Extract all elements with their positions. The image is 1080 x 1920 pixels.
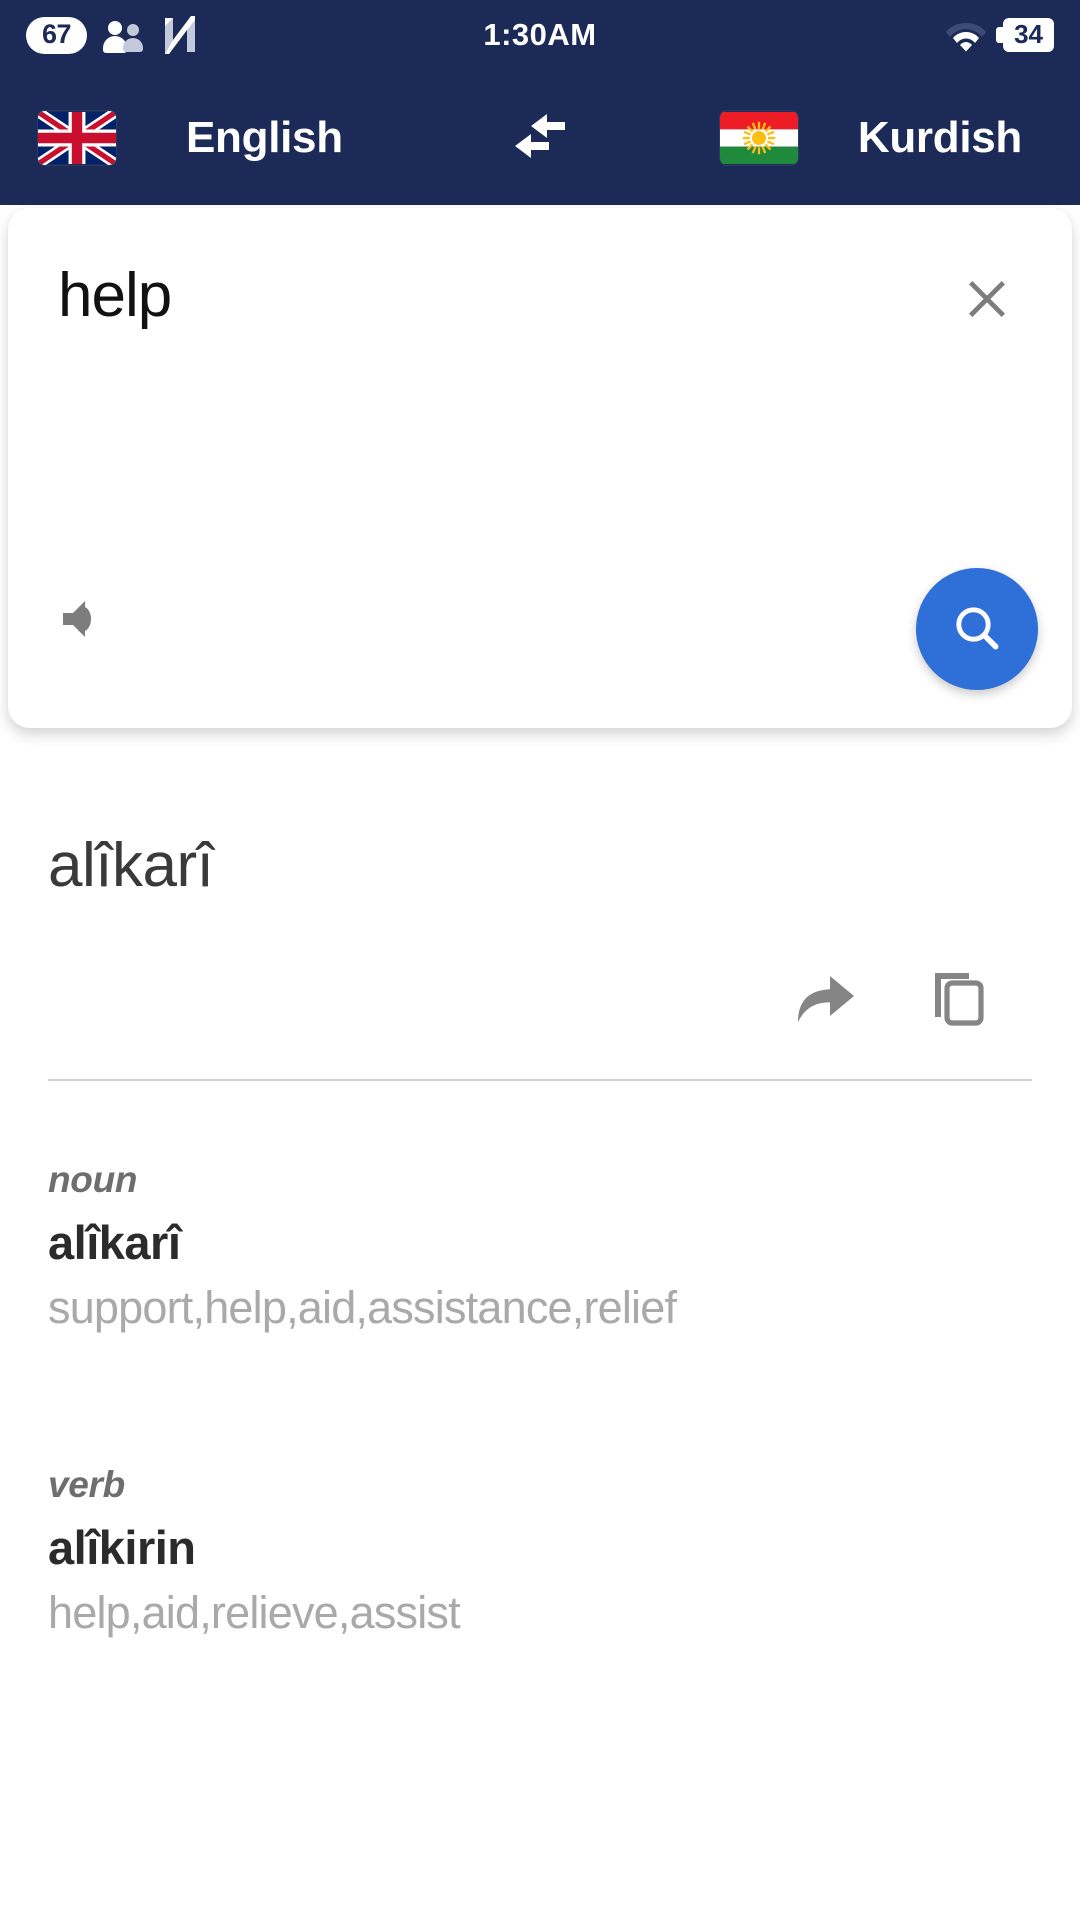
part-of-speech-label: verb <box>48 1464 125 1505</box>
definition-entry-verb: verb alîkirin help,aid,relieve,assist <box>48 1464 1032 1639</box>
search-card-wrapper <box>0 208 1080 728</box>
source-language-selector[interactable]: English <box>0 110 343 165</box>
search-button[interactable] <box>916 568 1038 690</box>
search-icon <box>949 600 1005 659</box>
copy-button[interactable] <box>922 963 996 1037</box>
clear-input-button[interactable] <box>952 266 1022 336</box>
speaker-icon <box>57 597 107 646</box>
share-button[interactable] <box>788 963 862 1037</box>
swap-languages-button[interactable] <box>500 98 580 178</box>
translation-result-text: alîkarî <box>48 831 214 900</box>
swap-arrows-icon <box>509 108 571 167</box>
status-bar-right-icons: 34 <box>945 18 1054 52</box>
definitions-list: noun alîkarî support,help,aid,assistance… <box>0 1159 1080 1639</box>
copy-icon <box>931 969 987 1032</box>
target-language-label: Kurdish <box>857 112 1022 162</box>
search-input[interactable] <box>58 260 952 331</box>
search-card-actions <box>58 568 1038 690</box>
close-x-icon <box>960 272 1014 331</box>
status-bar: 67 1:30AM 34 <box>0 0 1080 70</box>
definition-term: alîkarî <box>48 1216 181 1269</box>
definition-entry-noun: noun alîkarî support,help,aid,assistance… <box>48 1159 1032 1334</box>
search-card <box>8 208 1072 728</box>
n-app-icon <box>161 14 199 56</box>
source-language-label: English <box>186 112 343 162</box>
people-icon <box>103 17 145 53</box>
definition-synonyms: support,help,aid,assistance,relief <box>48 1282 677 1333</box>
notification-count-badge: 67 <box>26 16 88 54</box>
translation-result-actions <box>48 963 1032 1037</box>
kurdistan-flag-icon <box>719 111 798 165</box>
translation-result-area: alîkarî <box>0 830 1080 1081</box>
search-input-row <box>58 208 1022 336</box>
section-divider <box>48 1079 1032 1081</box>
play-source-audio-button[interactable] <box>46 585 118 657</box>
language-selector-bar: English Kurdish <box>0 70 1080 205</box>
part-of-speech-label: noun <box>48 1159 138 1200</box>
share-arrow-icon <box>794 972 856 1029</box>
definition-term: alîkirin <box>48 1521 196 1574</box>
definition-synonyms: help,aid,relieve,assist <box>48 1587 461 1638</box>
uk-flag-icon <box>38 110 116 165</box>
target-language-selector[interactable]: Kurdish <box>719 111 1022 165</box>
battery-level-badge: 34 <box>996 18 1054 52</box>
status-bar-left-icons: 67 <box>26 14 199 56</box>
wifi-icon <box>945 18 987 52</box>
